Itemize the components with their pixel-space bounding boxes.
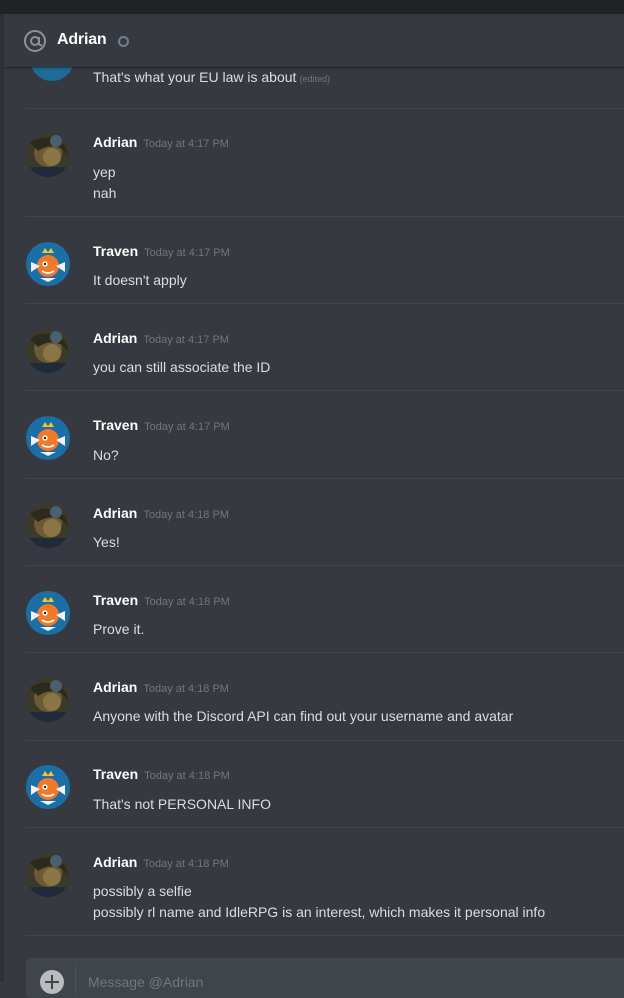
message-line: That's what your EU law is about (edited) bbox=[93, 69, 330, 85]
avatar-adrian[interactable] bbox=[26, 329, 70, 373]
avatar-adrian[interactable] bbox=[26, 678, 70, 722]
message-divider bbox=[26, 390, 624, 391]
message-timestamp: Today at 4:17 PM bbox=[143, 334, 229, 346]
message-line: yep bbox=[93, 164, 116, 180]
message-divider bbox=[26, 108, 624, 109]
window-top-bar bbox=[0, 0, 624, 14]
avatar-adrian[interactable] bbox=[26, 133, 70, 177]
edited-label: (edited) bbox=[299, 74, 330, 84]
at-mention-icon bbox=[24, 30, 46, 52]
message-divider bbox=[26, 652, 624, 653]
message-line: Yes! bbox=[93, 534, 120, 550]
message-timestamp: Today at 4:17 PM bbox=[144, 247, 230, 259]
message-author[interactable]: Traven Today at 4:18 PM bbox=[93, 592, 230, 608]
author-name[interactable]: Traven bbox=[93, 417, 138, 433]
message-line: It doesn't apply bbox=[93, 272, 187, 288]
message-timestamp: Today at 4:18 PM bbox=[143, 683, 229, 695]
avatar-traven[interactable] bbox=[26, 765, 70, 809]
message-timestamp: Today at 4:18 PM bbox=[144, 596, 230, 608]
message-line: you can still associate the ID bbox=[93, 359, 271, 375]
message-line: No? bbox=[93, 447, 119, 463]
message-line: Prove it. bbox=[93, 621, 145, 637]
message-line: nah bbox=[93, 185, 117, 201]
message-author[interactable]: Adrian Today at 4:17 PM bbox=[93, 330, 229, 346]
message-author[interactable]: Adrian Today at 4:18 PM bbox=[93, 679, 229, 695]
message-divider bbox=[26, 565, 624, 566]
message-line: possibly rl name and IdleRPG is an inter… bbox=[93, 904, 546, 920]
message-author[interactable]: Traven Today at 4:17 PM bbox=[93, 243, 230, 259]
message-timestamp: Today at 4:18 PM bbox=[143, 858, 229, 870]
avatar-adrian[interactable] bbox=[26, 504, 70, 548]
message-line: possibly a selfie bbox=[93, 883, 192, 899]
author-name[interactable]: Adrian bbox=[93, 134, 137, 150]
message-timestamp: Today at 4:17 PM bbox=[143, 138, 229, 150]
message-author[interactable]: Adrian Today at 4:18 PM bbox=[93, 505, 229, 521]
author-name[interactable]: Traven bbox=[93, 766, 138, 782]
message-author[interactable]: Traven Today at 4:17 PM bbox=[93, 417, 230, 433]
message-timestamp: Today at 4:18 PM bbox=[144, 770, 230, 782]
message-input-placeholder[interactable]: Message @Adrian bbox=[88, 974, 203, 990]
message-divider bbox=[26, 216, 624, 217]
author-name[interactable]: Adrian bbox=[93, 330, 137, 346]
upload-plus-icon[interactable] bbox=[40, 970, 64, 994]
author-name[interactable]: Adrian bbox=[93, 679, 137, 695]
message-author[interactable]: Adrian Today at 4:18 PM bbox=[93, 854, 229, 870]
message-divider bbox=[26, 303, 624, 304]
message-divider bbox=[26, 935, 624, 936]
author-name[interactable]: Adrian bbox=[93, 854, 137, 870]
message-author[interactable]: Adrian Today at 4:17 PM bbox=[93, 134, 229, 150]
message-list[interactable]: That's what your EU law is about (edited)… bbox=[4, 67, 624, 947]
author-name[interactable]: Traven bbox=[93, 243, 138, 259]
message-divider bbox=[26, 478, 624, 479]
avatar-traven[interactable] bbox=[26, 416, 70, 460]
message-composer[interactable]: Message @Adrian bbox=[26, 958, 624, 998]
message-divider bbox=[26, 740, 624, 741]
message-divider bbox=[26, 827, 624, 828]
offline-status-icon bbox=[118, 36, 129, 47]
message-line: Anyone with the Discord API can find out… bbox=[93, 708, 514, 724]
message-timestamp: Today at 4:17 PM bbox=[144, 421, 230, 433]
dm-recipient-name[interactable]: Adrian bbox=[57, 31, 107, 49]
author-name[interactable]: Traven bbox=[93, 592, 138, 608]
channel-header: Adrian bbox=[4, 14, 624, 67]
avatar-partial bbox=[30, 67, 74, 81]
avatar-adrian[interactable] bbox=[26, 853, 70, 897]
message-author[interactable]: Traven Today at 4:18 PM bbox=[93, 766, 230, 782]
author-name[interactable]: Adrian bbox=[93, 505, 137, 521]
avatar-traven[interactable] bbox=[26, 242, 70, 286]
avatar-traven[interactable] bbox=[26, 591, 70, 635]
message-timestamp: Today at 4:18 PM bbox=[143, 509, 229, 521]
composer-divider bbox=[75, 966, 76, 994]
message-line: That's not PERSONAL INFO bbox=[93, 796, 271, 812]
